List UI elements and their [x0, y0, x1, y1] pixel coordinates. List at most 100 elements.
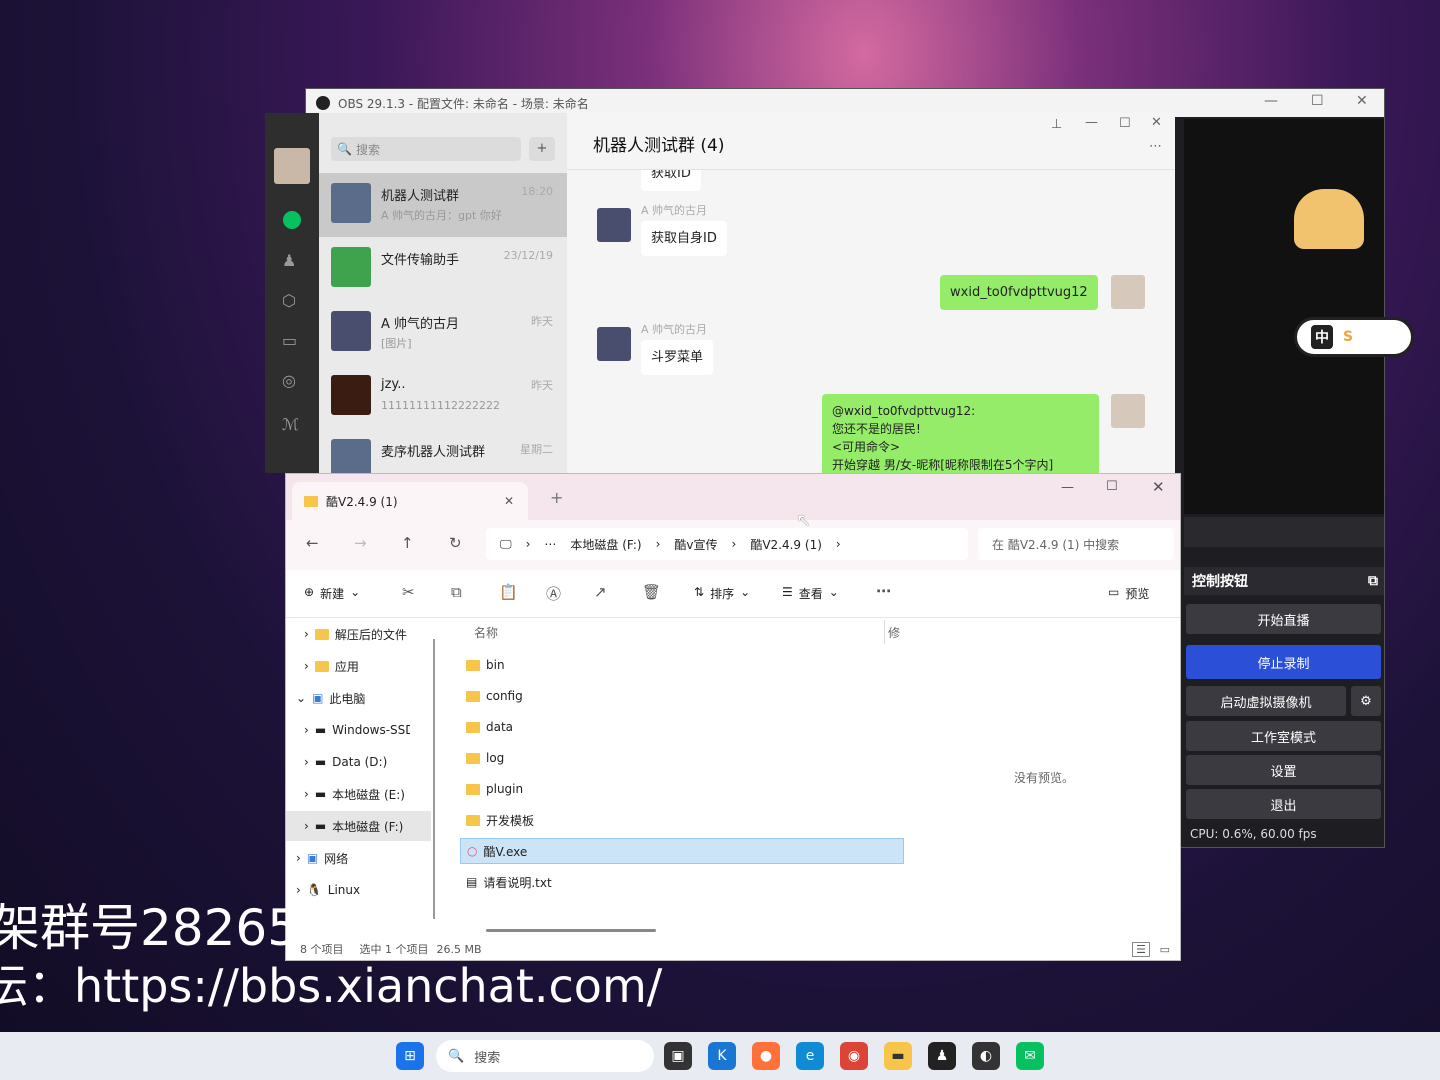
folder-icon[interactable]: ▭	[282, 331, 297, 350]
breadcrumb-item[interactable]: 酷v宣传	[674, 536, 717, 553]
chevron-down-icon: ⌄	[296, 691, 307, 705]
tree-item[interactable]: › ▬ 本地磁盘 (E:)	[286, 779, 431, 809]
table-row[interactable]: plugin	[460, 776, 904, 802]
tree-item[interactable]: › ▬ 本地磁盘 (F:)	[286, 811, 431, 841]
chat-icon[interactable]	[283, 211, 301, 229]
tree-item[interactable]: ⌄ ▣ 此电脑	[286, 683, 431, 713]
more-crumbs-icon[interactable]: ⋯	[544, 537, 556, 551]
preview-button[interactable]: ▭ 预览	[1108, 585, 1149, 602]
close-tab-icon[interactable]: ✕	[504, 494, 514, 508]
maximize-icon[interactable]: ☐	[1311, 93, 1324, 109]
sticker-key-zh: 中	[1311, 325, 1333, 349]
obs-status: CPU: 0.6%, 60.00 fps	[1190, 827, 1317, 841]
more-icon[interactable]: ⋯	[1149, 139, 1162, 154]
copy-icon[interactable]: ⧉	[451, 583, 462, 601]
search-icon: 🔍	[448, 1048, 465, 1064]
view-button[interactable]: ☰ 查看 ⌄	[782, 585, 839, 602]
list-item[interactable]: 文件传输助手 23/12/19	[319, 237, 567, 301]
qq-icon[interactable]: ♟	[928, 1042, 956, 1070]
mini-program-icon[interactable]: ℳ	[282, 415, 299, 434]
firefox-icon[interactable]: ●	[752, 1042, 780, 1070]
close-icon[interactable]: ✕	[1356, 93, 1368, 109]
details-view-icon[interactable]: ☰	[1132, 941, 1150, 957]
cut-icon[interactable]: ✂	[402, 583, 415, 601]
avatar[interactable]	[274, 148, 310, 184]
new-button[interactable]: ⊕ 新建 ⌄	[304, 585, 360, 602]
horizontal-scrollbar[interactable]	[486, 929, 656, 932]
studio-mode-button[interactable]: 工作室模式	[1186, 721, 1381, 751]
settings-button[interactable]: 设置	[1186, 755, 1381, 785]
minimize-icon[interactable]: —	[1085, 115, 1098, 130]
start-virtual-camera-button[interactable]: 启动虚拟摄像机	[1186, 686, 1346, 716]
tree-item[interactable]: › 🐧 Linux	[286, 875, 431, 905]
minimize-icon[interactable]: —	[1061, 480, 1074, 495]
forward-icon[interactable]: →	[354, 534, 367, 552]
paste-icon[interactable]: 📋	[499, 583, 518, 601]
avatar	[331, 375, 371, 415]
taskbar-search[interactable]: 🔍 搜索	[436, 1040, 654, 1072]
maximize-icon[interactable]: ☐	[1119, 116, 1131, 131]
gear-icon[interactable]: ⚙	[1351, 686, 1381, 716]
exit-button[interactable]: 退出	[1186, 789, 1381, 819]
more-icon[interactable]: ⋯	[876, 582, 891, 600]
start-icon[interactable]: ⊞	[396, 1042, 424, 1070]
dock-undock-icon[interactable]: ⧉	[1368, 573, 1378, 589]
share-icon[interactable]: ↗	[594, 583, 607, 601]
tree-item[interactable]: › ▬ Windows-SSD	[286, 715, 431, 745]
file-explorer-icon[interactable]: ▬	[884, 1042, 912, 1070]
wechat-icon[interactable]: ✉	[1016, 1042, 1044, 1070]
refresh-icon[interactable]: ↻	[449, 534, 462, 552]
table-row[interactable]: config	[460, 683, 904, 709]
table-row[interactable]: ▤ 请看说明.txt	[460, 869, 904, 895]
breadcrumb-item[interactable]: 本地磁盘 (F:)	[570, 536, 641, 553]
list-item[interactable]: A 帅气的古月 [图片] 昨天	[319, 301, 567, 365]
list-item[interactable]: 机器人测试群 A 帅气的古月：gpt 你好 18:20	[319, 173, 567, 237]
edge-icon[interactable]: e	[796, 1042, 824, 1070]
breadcrumb[interactable]: 🖵 › ⋯ 本地磁盘 (F:) › 酷v宣传 › 酷V2.4.9 (1) ›	[486, 528, 968, 560]
chrome-icon[interactable]: ◉	[840, 1042, 868, 1070]
tree-item[interactable]: › 应用	[286, 651, 431, 681]
maximize-icon[interactable]: ☐	[1106, 479, 1118, 494]
close-icon[interactable]: ✕	[1151, 115, 1162, 130]
tree-item[interactable]: › ▣ 网络	[286, 843, 431, 873]
tree-item[interactable]: › 解压后的文件	[286, 619, 431, 649]
back-icon[interactable]: ←	[306, 534, 319, 552]
up-icon[interactable]: ↑	[401, 534, 414, 552]
contacts-icon[interactable]: ♟	[282, 251, 296, 270]
moments-icon[interactable]: ◎	[282, 371, 296, 390]
search-input[interactable]: 在 酷V2.4.9 (1) 中搜索	[978, 528, 1174, 560]
close-icon[interactable]: ✕	[1152, 478, 1165, 496]
col-header-modified[interactable]: 修	[888, 624, 900, 641]
table-row[interactable]: ○ 酷V.exe	[460, 838, 904, 864]
minimize-icon[interactable]: —	[1264, 93, 1278, 109]
scrollbar[interactable]	[433, 639, 435, 919]
new-tab-icon[interactable]: +	[550, 488, 563, 507]
favorites-icon[interactable]: ⬡	[282, 291, 296, 310]
tab-folder[interactable]: 酷V2.4.9 (1) ✕	[292, 482, 528, 520]
tree-item[interactable]: › ▬ Data (D:)	[286, 747, 431, 777]
col-header-name[interactable]: 名称	[474, 624, 498, 641]
search-input[interactable]: 🔍 搜索	[331, 137, 521, 161]
rename-icon[interactable]: Ⓐ	[546, 583, 561, 604]
table-row[interactable]: bin	[460, 652, 904, 678]
table-row[interactable]: data	[460, 714, 904, 740]
stop-recording-button[interactable]: 停止录制	[1186, 645, 1381, 679]
sort-icon: ⇅	[694, 585, 705, 599]
table-row[interactable]: 开发模板	[460, 807, 904, 833]
message-bubble: @wxid_to0fvdpttvug12: 您还不是的居民! <可用命令> 开始…	[822, 394, 1099, 473]
explorer-window: 酷V2.4.9 (1) ✕ + — ☐ ✕ ← → ↑ ↻ 🖵 › ⋯ 本地磁盘 (…	[285, 473, 1181, 961]
delete-icon[interactable]: 🗑	[642, 583, 661, 601]
task-view-icon[interactable]: ▣	[664, 1042, 692, 1070]
tiles-view-icon[interactable]: ▭	[1160, 943, 1170, 956]
pin-icon[interactable]: ⊥	[1051, 117, 1062, 132]
kuwo-icon[interactable]: K	[708, 1042, 736, 1070]
obs-icon[interactable]: ◐	[972, 1042, 1000, 1070]
start-stream-button[interactable]: 开始直播	[1186, 604, 1381, 634]
breadcrumb-item[interactable]: 酷V2.4.9 (1)	[750, 536, 822, 553]
table-row[interactable]: log	[460, 745, 904, 771]
sort-button[interactable]: ⇅ 排序 ⌄	[694, 585, 750, 602]
list-item[interactable]: 麦序机器人测试群 星期二	[319, 429, 567, 473]
message-bubble: wxid_to0fvdpttvug12	[940, 275, 1098, 310]
list-item[interactable]: jzy.. 11111111112222222 昨天	[319, 365, 567, 429]
add-icon[interactable]: +	[529, 137, 555, 161]
